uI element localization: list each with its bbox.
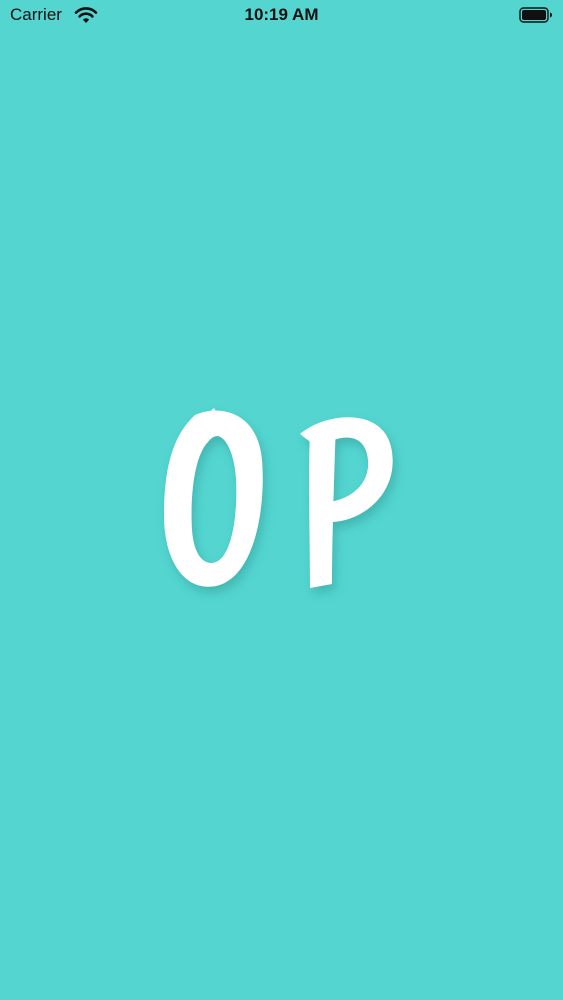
battery-icon	[519, 7, 552, 23]
status-bar: Carrier 10:19 AM	[0, 0, 563, 32]
status-time: 10:19 AM	[244, 5, 319, 24]
app-logo	[150, 390, 414, 605]
op-logo-graphic	[164, 408, 393, 588]
